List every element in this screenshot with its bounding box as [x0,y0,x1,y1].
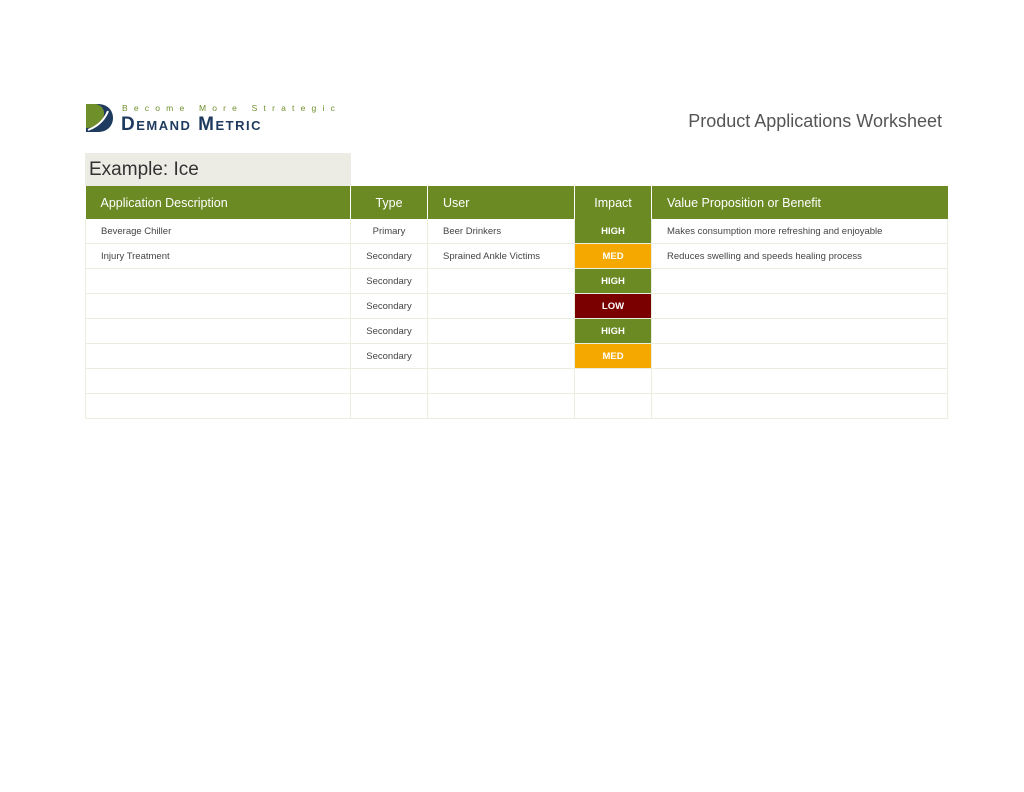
cell-user[interactable] [427,268,575,294]
cell-application-description[interactable] [85,393,351,419]
cell-value-proposition[interactable] [651,343,948,369]
cell-type[interactable]: Secondary [350,293,428,319]
cell-type[interactable]: Secondary [350,243,428,269]
cell-impact[interactable] [574,368,652,394]
table-row: Secondary HIGH [85,268,948,294]
worksheet-page: Become More Strategic Demand Metric Prod… [0,0,1024,792]
cell-application-description[interactable]: Injury Treatment [85,243,351,269]
cell-type[interactable]: Secondary [350,318,428,344]
table-row: Beverage Chiller Primary Beer Drinkers HIGH… [85,219,948,244]
cell-type[interactable] [350,393,428,419]
page-title: Product Applications Worksheet [688,111,942,131]
cell-application-description[interactable] [85,268,351,294]
cell-value-proposition[interactable] [651,268,948,294]
cell-user[interactable] [427,318,575,344]
table-header-row: Application Description Type User Impact… [85,186,948,219]
header-value-proposition: Value Proposition or Benefit [651,186,948,219]
cell-user[interactable] [427,393,575,419]
cell-application-description[interactable] [85,293,351,319]
cell-application-description[interactable] [85,368,351,394]
cell-application-description[interactable]: Beverage Chiller [85,219,351,244]
logo-name: Demand Metric [121,114,262,135]
logo-mark-icon [86,104,113,132]
cell-value-proposition[interactable] [651,368,948,394]
cell-impact[interactable] [574,393,652,419]
cell-value-proposition[interactable] [651,318,948,344]
cell-user[interactable] [427,293,575,319]
cell-value-proposition[interactable]: Makes consumption more refreshing and en… [651,219,948,244]
table-row: Injury Treatment Secondary Sprained Ankle … [85,243,948,269]
cell-impact[interactable]: HIGH [574,268,652,294]
cell-application-description[interactable] [85,343,351,369]
cell-user[interactable]: Beer Drinkers [427,219,575,244]
cell-user[interactable] [427,368,575,394]
cell-type[interactable]: Primary [350,219,428,244]
table-row [85,368,948,394]
table-row: Secondary MED [85,343,948,369]
applications-table: Application Description Type User Impact… [85,186,948,419]
table-row [85,393,948,419]
cell-impact[interactable]: MED [574,243,652,269]
cell-value-proposition[interactable]: Reduces swelling and speeds healing proc… [651,243,948,269]
example-label: Example: Ice [85,153,351,186]
header-application-description: Application Description [85,186,351,219]
demand-metric-logo: Become More Strategic Demand Metric [84,103,348,135]
logo-tagline: Become More Strategic [122,103,342,113]
cell-value-proposition[interactable] [651,293,948,319]
cell-value-proposition[interactable] [651,393,948,419]
cell-application-description[interactable] [85,318,351,344]
cell-type[interactable]: Secondary [350,343,428,369]
cell-type[interactable]: Secondary [350,268,428,294]
cell-impact[interactable]: MED [574,343,652,369]
header-impact: Impact [574,186,652,219]
cell-impact[interactable]: HIGH [574,318,652,344]
cell-impact[interactable]: LOW [574,293,652,319]
header-user: User [427,186,575,219]
table-row: Secondary LOW [85,293,948,319]
table-row: Secondary HIGH [85,318,948,344]
cell-user[interactable]: Sprained Ankle Victims [427,243,575,269]
cell-user[interactable] [427,343,575,369]
header-type: Type [350,186,428,219]
cell-impact[interactable]: HIGH [574,219,652,244]
cell-type[interactable] [350,368,428,394]
